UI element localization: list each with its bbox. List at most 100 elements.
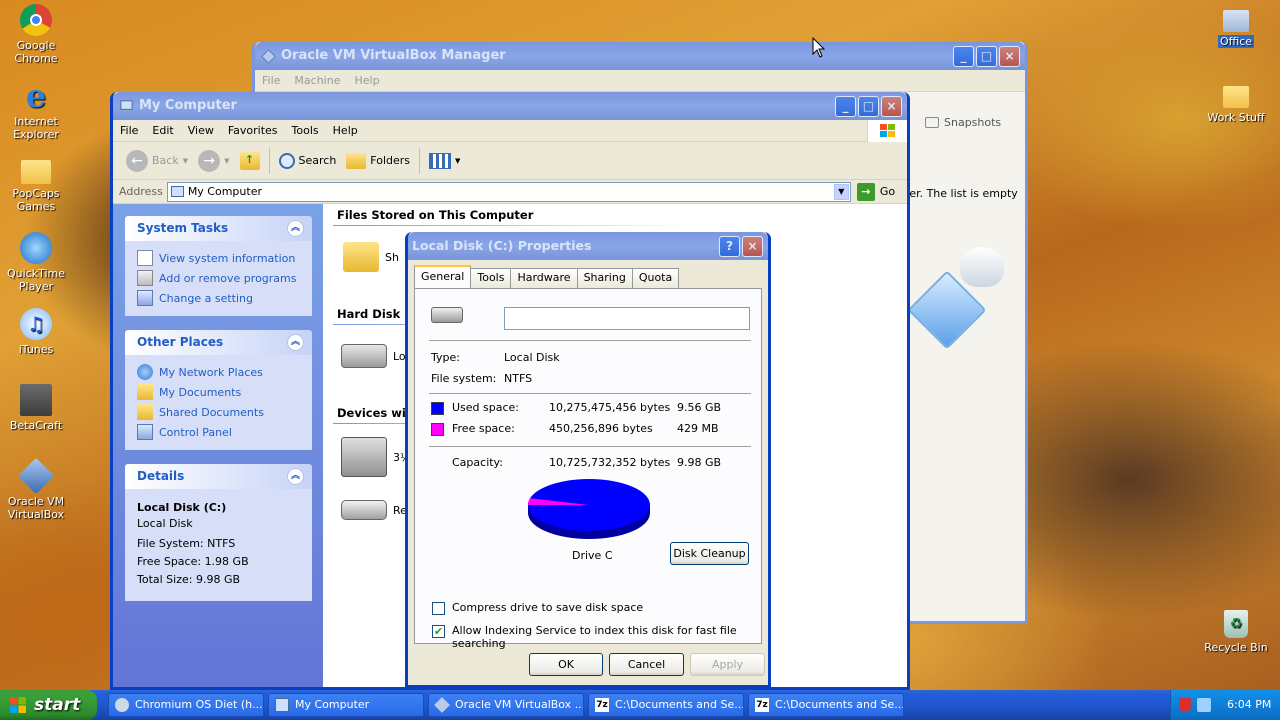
- views-button[interactable]: ▼: [424, 146, 465, 176]
- search-icon: [278, 152, 295, 169]
- menu-file[interactable]: File: [255, 74, 287, 87]
- maximize-button[interactable]: □: [858, 96, 879, 117]
- clock[interactable]: 6:04 PM: [1227, 690, 1271, 720]
- disk-cleanup-button[interactable]: Disk Cleanup: [670, 542, 749, 565]
- volume-label-input[interactable]: [504, 307, 750, 330]
- removable-drive-item[interactable]: Re: [341, 500, 407, 520]
- collapse-icon[interactable]: ︽: [287, 334, 304, 351]
- menu-help[interactable]: Help: [326, 124, 365, 137]
- taskbar-item-virtualbox[interactable]: Oracle VM VirtualBox ...: [428, 693, 584, 717]
- add-remove-programs-link[interactable]: Add or remove programs: [137, 268, 302, 288]
- menu-tools[interactable]: Tools: [285, 124, 326, 137]
- desktop-icon-recyclebin[interactable]: ♻ Recycle Bin: [1200, 610, 1272, 654]
- folders-button[interactable]: Folders: [341, 146, 415, 176]
- taskbar-item-my-computer[interactable]: My Computer: [268, 693, 424, 717]
- local-disk-item[interactable]: Loc: [341, 344, 412, 368]
- start-button[interactable]: start: [0, 690, 97, 720]
- desktop-icon-ie[interactable]: e Internet Explorer: [0, 80, 72, 141]
- taskbar-item-7zip-1[interactable]: 7z C:\Documents and Se...: [588, 693, 744, 717]
- change-setting-link[interactable]: Change a setting: [137, 288, 302, 308]
- quicktime-icon: [20, 232, 52, 264]
- desktop-icon-workstuff[interactable]: Work Stuff: [1200, 80, 1272, 124]
- system-tasks-header[interactable]: System Tasks ︽: [125, 216, 312, 241]
- menu-view[interactable]: View: [181, 124, 221, 137]
- apply-button[interactable]: Apply: [690, 653, 765, 676]
- taskbar-item-chromium[interactable]: Chromium OS Diet (h...: [108, 693, 264, 717]
- general-tab-panel: Type: Local Disk File system: NTFS Used …: [414, 288, 762, 650]
- tab-general[interactable]: General: [414, 265, 472, 288]
- camera-icon: [925, 117, 939, 128]
- control-panel-link[interactable]: Control Panel: [137, 422, 302, 442]
- security-shield-icon[interactable]: [1179, 698, 1191, 712]
- floppy-drive-item[interactable]: 3½: [341, 437, 411, 477]
- 7zip-icon: 7z: [595, 698, 609, 712]
- folder-icon: [21, 160, 51, 184]
- divider: [429, 340, 751, 341]
- folder-icon: [1223, 10, 1249, 32]
- system-info-icon: [137, 250, 153, 266]
- address-dropdown-button[interactable]: ▼: [833, 183, 849, 200]
- menu-edit[interactable]: Edit: [145, 124, 180, 137]
- forward-button[interactable]: → ▼: [193, 146, 234, 176]
- compress-drive-checkbox[interactable]: [432, 602, 445, 615]
- computer-icon: [275, 698, 289, 712]
- chevron-down-icon: ▼: [182, 156, 189, 165]
- virtualbox-icon: [434, 697, 450, 713]
- my-documents-link[interactable]: My Documents: [137, 382, 302, 402]
- shared-documents-item[interactable]: Sh: [343, 242, 399, 272]
- details-header[interactable]: Details ︽: [125, 464, 312, 489]
- minimize-button[interactable]: _: [953, 46, 974, 67]
- documents-folder-icon: [137, 384, 153, 400]
- forward-arrow-icon: →: [198, 149, 221, 172]
- desktop-icon-chrome[interactable]: Google Chrome: [0, 4, 72, 65]
- toolbar-separator: [268, 147, 270, 174]
- window-title: My Computer: [139, 98, 237, 113]
- help-button[interactable]: ?: [719, 236, 740, 257]
- virtualbox-titlebar[interactable]: Oracle VM VirtualBox Manager _ □ ×: [255, 42, 1025, 70]
- desktop-icon-virtualbox[interactable]: Oracle VM VirtualBox: [0, 457, 72, 521]
- free-space-swatch: [431, 423, 444, 436]
- tab-hardware[interactable]: Hardware: [510, 268, 578, 288]
- search-button[interactable]: Search: [274, 146, 342, 176]
- dialog-titlebar[interactable]: Local Disk (C:) Properties ? ×: [408, 232, 768, 260]
- go-button[interactable]: → Go: [856, 182, 895, 201]
- ok-button[interactable]: OK: [529, 653, 603, 676]
- minimize-button[interactable]: _: [835, 96, 856, 117]
- cancel-button[interactable]: Cancel: [609, 653, 684, 676]
- back-button[interactable]: ← Back ▼: [121, 146, 193, 176]
- menu-help[interactable]: Help: [347, 74, 386, 87]
- my-computer-titlebar[interactable]: My Computer _ □ ×: [113, 92, 907, 120]
- tab-tools[interactable]: Tools: [470, 268, 512, 288]
- system-tasks-group: System Tasks ︽ View system information A…: [125, 216, 312, 316]
- desktop-icon-itunes[interactable]: ♫ iTunes: [0, 308, 72, 356]
- network-icon[interactable]: [1197, 698, 1211, 712]
- menu-file[interactable]: File: [113, 124, 145, 137]
- virtualbox-icon: [261, 49, 276, 64]
- up-folder-button[interactable]: ↑: [235, 146, 265, 176]
- desktop-icon-office[interactable]: Office: [1200, 4, 1272, 48]
- toolbar: ← Back ▼ → ▼ ↑ Search Folders ▼: [113, 142, 907, 180]
- close-button[interactable]: ×: [742, 236, 763, 257]
- other-places-header[interactable]: Other Places ︽: [125, 330, 312, 355]
- menu-machine[interactable]: Machine: [287, 74, 347, 87]
- close-button[interactable]: ×: [999, 46, 1020, 67]
- snapshots-tab[interactable]: Snapshots: [925, 116, 1001, 129]
- collapse-icon[interactable]: ︽: [287, 220, 304, 237]
- desktop-icon-popcaps[interactable]: PopCaps Games: [0, 156, 72, 213]
- my-network-places-link[interactable]: My Network Places: [137, 362, 302, 382]
- tab-sharing[interactable]: Sharing: [576, 268, 633, 288]
- view-system-information-link[interactable]: View system information: [137, 248, 302, 268]
- collapse-icon[interactable]: ︽: [287, 468, 304, 485]
- menu-favorites[interactable]: Favorites: [221, 124, 285, 137]
- tab-quota[interactable]: Quota: [631, 268, 680, 288]
- taskbar-item-7zip-2[interactable]: 7z C:\Documents and Se...: [748, 693, 904, 717]
- address-input[interactable]: My Computer ▼: [166, 181, 851, 202]
- computer-icon: [170, 186, 184, 197]
- desktop-icon-betacraft[interactable]: BetaCraft: [0, 384, 72, 432]
- desktop-icon-quicktime[interactable]: QuickTime Player: [0, 232, 72, 293]
- close-button[interactable]: ×: [881, 96, 902, 117]
- hard-drive-icon: [341, 344, 387, 368]
- shared-documents-link[interactable]: Shared Documents: [137, 402, 302, 422]
- indexing-service-checkbox[interactable]: ✔: [432, 625, 445, 638]
- maximize-button[interactable]: □: [976, 46, 997, 67]
